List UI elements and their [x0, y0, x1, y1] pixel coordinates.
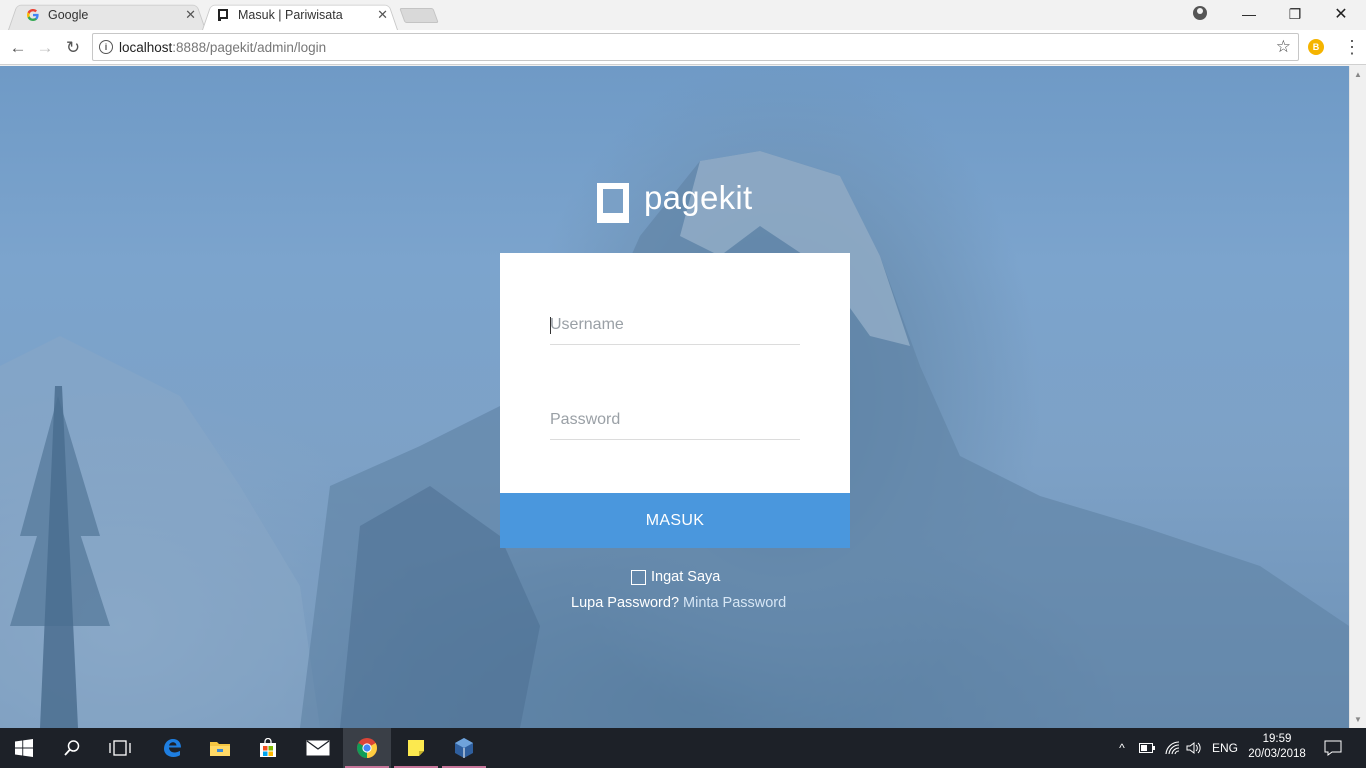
action-center-icon[interactable] — [1324, 728, 1342, 768]
pagekit-icon — [218, 9, 228, 21]
edge-icon[interactable] — [148, 728, 196, 768]
remember-checkbox[interactable] — [631, 569, 646, 585]
task-view-icon[interactable] — [96, 728, 144, 768]
mail-icon[interactable] — [294, 728, 342, 768]
username-field[interactable] — [550, 305, 800, 345]
tab-title: Google — [48, 8, 89, 22]
url-text[interactable]: localhost:8888/pagekit/admin/login — [119, 40, 326, 55]
login-page-background: pagekit MASUK Ingat Saya Lupa Password? … — [0, 66, 1349, 728]
chrome-icon[interactable] — [343, 728, 391, 768]
battery-icon[interactable] — [1139, 728, 1155, 768]
pagekit-logo-icon — [597, 183, 629, 223]
password-input[interactable] — [550, 400, 800, 439]
close-tab-icon[interactable]: ✕ — [185, 7, 196, 23]
page-scrollbar[interactable]: ▲ ▼ — [1349, 66, 1366, 728]
store-icon[interactable] — [244, 728, 292, 768]
login-form-card — [500, 253, 850, 493]
password-field[interactable] — [550, 400, 800, 440]
volume-icon[interactable] — [1186, 728, 1202, 768]
tab-masuk-pariwisata[interactable]: Masuk | Pariwisata ✕ — [202, 2, 398, 30]
wifi-icon[interactable] — [1165, 728, 1181, 768]
search-icon[interactable] — [48, 728, 96, 768]
back-icon[interactable]: ← — [6, 36, 30, 60]
bookmark-star-icon[interactable]: ☆ — [1276, 37, 1291, 57]
profile-icon[interactable] — [1193, 6, 1207, 20]
username-input[interactable] — [550, 305, 800, 344]
login-submit-button[interactable]: MASUK — [500, 493, 850, 548]
virtualbox-icon[interactable] — [440, 728, 488, 768]
restore-icon[interactable]: ❐ — [1272, 0, 1318, 28]
request-password-link[interactable]: Minta Password — [683, 595, 786, 611]
system-clock[interactable]: 19:59 20/03/2018 — [1242, 732, 1312, 762]
browser-toolbar: ← → ↻ i localhost:8888/pagekit/admin/log… — [0, 30, 1366, 65]
clock-time: 19:59 — [1262, 733, 1292, 745]
minimize-icon[interactable]: — — [1226, 0, 1272, 28]
new-tab-button[interactable] — [399, 8, 439, 23]
google-g-icon — [27, 9, 39, 21]
address-bar[interactable]: i localhost:8888/pagekit/admin/login ☆ — [92, 33, 1299, 61]
clock-date: 20/03/2018 — [1248, 748, 1306, 760]
pagekit-logo: pagekit — [597, 179, 753, 223]
tab-title: Masuk | Pariwisata — [238, 8, 343, 22]
extension-icon[interactable]: B — [1308, 39, 1324, 55]
tab-google[interactable]: Google ✕ — [8, 2, 206, 30]
forgot-prefix: Lupa Password? — [571, 595, 680, 611]
show-hidden-icons-icon[interactable]: ^ — [1114, 728, 1130, 768]
scroll-up-icon[interactable]: ▲ — [1354, 70, 1362, 79]
tab-strip: Google ✕ Masuk | Pariwisata ✕ — ❐ ✕ — [0, 0, 1366, 30]
remember-label: Ingat Saya — [651, 569, 721, 585]
reload-icon[interactable]: ↻ — [61, 36, 85, 60]
menu-dots-icon[interactable]: ⋮ — [1343, 37, 1361, 57]
brand-name: pagekit — [644, 179, 753, 216]
remember-me[interactable]: Ingat Saya — [631, 569, 720, 585]
file-explorer-icon[interactable] — [196, 728, 244, 768]
windows-taskbar: ^ ENG 19:59 20/03/2018 — [0, 728, 1366, 768]
scroll-down-icon[interactable]: ▼ — [1354, 715, 1362, 724]
close-window-icon[interactable]: ✕ — [1318, 0, 1364, 28]
windows-start-icon[interactable] — [0, 728, 48, 768]
info-icon[interactable]: i — [99, 40, 113, 54]
input-language[interactable]: ENG — [1212, 728, 1238, 768]
sticky-notes-icon[interactable] — [392, 728, 440, 768]
forward-icon[interactable]: → — [33, 36, 57, 60]
close-tab-icon[interactable]: ✕ — [377, 7, 388, 23]
text-caret — [550, 317, 551, 334]
forgot-password-line: Lupa Password? Minta Password — [571, 595, 786, 611]
